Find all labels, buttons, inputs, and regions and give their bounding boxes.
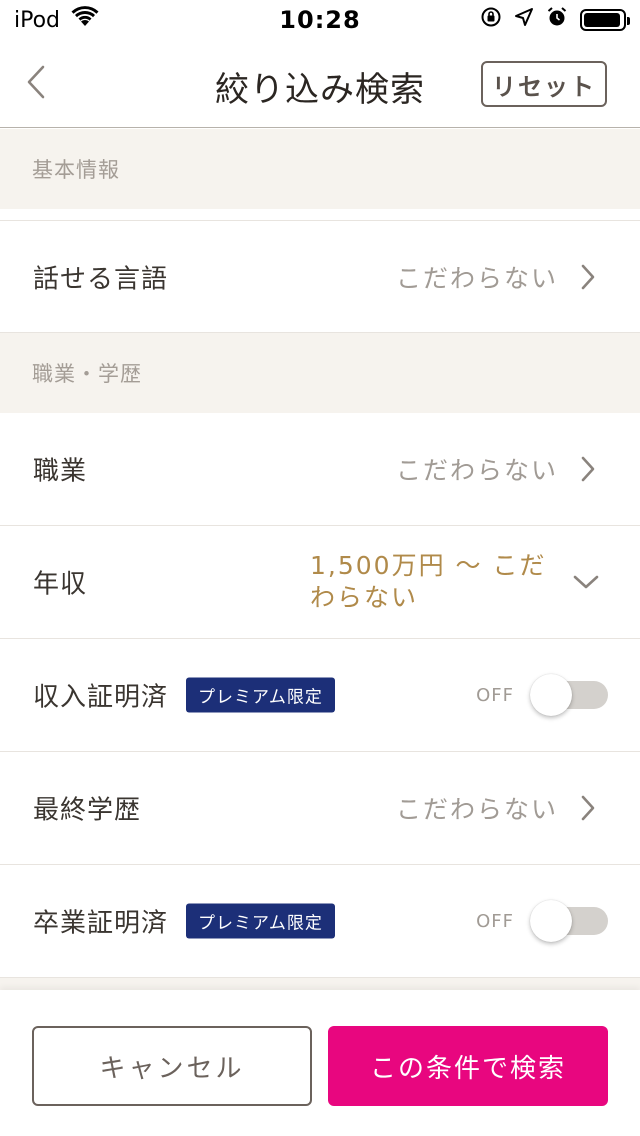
status-bar: iPod 10:28 — [0, 0, 640, 40]
row-income-verified: 収入証明済 プレミアム限定 OFF — [0, 639, 640, 752]
row-label: 収入証明済 — [33, 682, 169, 713]
row-value: こだわらない — [395, 263, 558, 293]
row-label: 年収 — [33, 569, 88, 600]
section-header-basic-info: 基本情報 — [0, 129, 640, 209]
graduation-verified-toggle[interactable] — [530, 900, 608, 942]
chevron-right-icon — [576, 454, 600, 484]
income-range-value: 1,500万円 〜 こだわらない — [310, 551, 547, 612]
row-label-wrap: 収入証明済 プレミアム限定 — [33, 677, 335, 714]
toggle-state-label: OFF — [476, 684, 514, 706]
row-occupation[interactable]: 職業 こだわらない — [0, 413, 640, 526]
chevron-down-icon — [572, 570, 600, 594]
alarm-icon — [546, 6, 568, 34]
row-language[interactable]: 話せる言語 こだわらない — [0, 221, 640, 333]
list-bottom-spacer — [0, 978, 640, 990]
income-verified-toggle[interactable] — [530, 674, 608, 716]
row-label: 職業 — [33, 456, 88, 487]
carrier-label: iPod — [14, 7, 61, 33]
orientation-lock-icon — [480, 6, 502, 34]
wifi-icon — [70, 6, 100, 34]
toggle-knob — [530, 900, 572, 942]
row-value: こだわらない — [395, 456, 558, 485]
premium-badge: プレミアム限定 — [186, 903, 335, 939]
row-label: 最終学歴 — [33, 795, 142, 826]
toggle-wrap: OFF — [476, 674, 608, 716]
status-left: iPod — [14, 6, 214, 34]
footer-bar: キャンセル この条件で検索 — [0, 990, 640, 1136]
filter-search-screen: iPod 10:28 絞り込み検索 リセット 基本情報 話せる言語 こだわらない… — [0, 0, 640, 1136]
battery-icon — [580, 9, 630, 31]
toggle-state-label: OFF — [476, 910, 514, 932]
chevron-right-icon — [576, 262, 600, 292]
toggle-knob — [530, 674, 572, 716]
row-label-wrap: 卒業証明済 プレミアム限定 — [33, 903, 335, 940]
cancel-button[interactable]: キャンセル — [32, 1026, 312, 1106]
reset-button[interactable]: リセット — [481, 61, 607, 107]
status-time: 10:28 — [279, 6, 361, 34]
location-arrow-icon — [514, 7, 534, 33]
section-spacer — [0, 209, 640, 221]
row-label: 話せる言語 — [33, 264, 169, 294]
toggle-wrap: OFF — [476, 900, 608, 942]
row-value: こだわらない — [395, 795, 558, 824]
row-graduation-verified: 卒業証明済 プレミアム限定 OFF — [0, 865, 640, 978]
navigation-bar: 絞り込み検索 リセット — [0, 40, 640, 128]
row-income[interactable]: 年収 1,500万円 〜 こだわらない — [0, 526, 640, 639]
status-right — [426, 6, 630, 34]
row-education[interactable]: 最終学歴 こだわらない — [0, 752, 640, 865]
search-button[interactable]: この条件で検索 — [328, 1026, 608, 1106]
section-header-career: 職業・学歴 — [0, 333, 640, 413]
chevron-right-icon — [576, 793, 600, 823]
row-label: 卒業証明済 — [33, 908, 169, 939]
premium-badge: プレミアム限定 — [186, 677, 335, 713]
